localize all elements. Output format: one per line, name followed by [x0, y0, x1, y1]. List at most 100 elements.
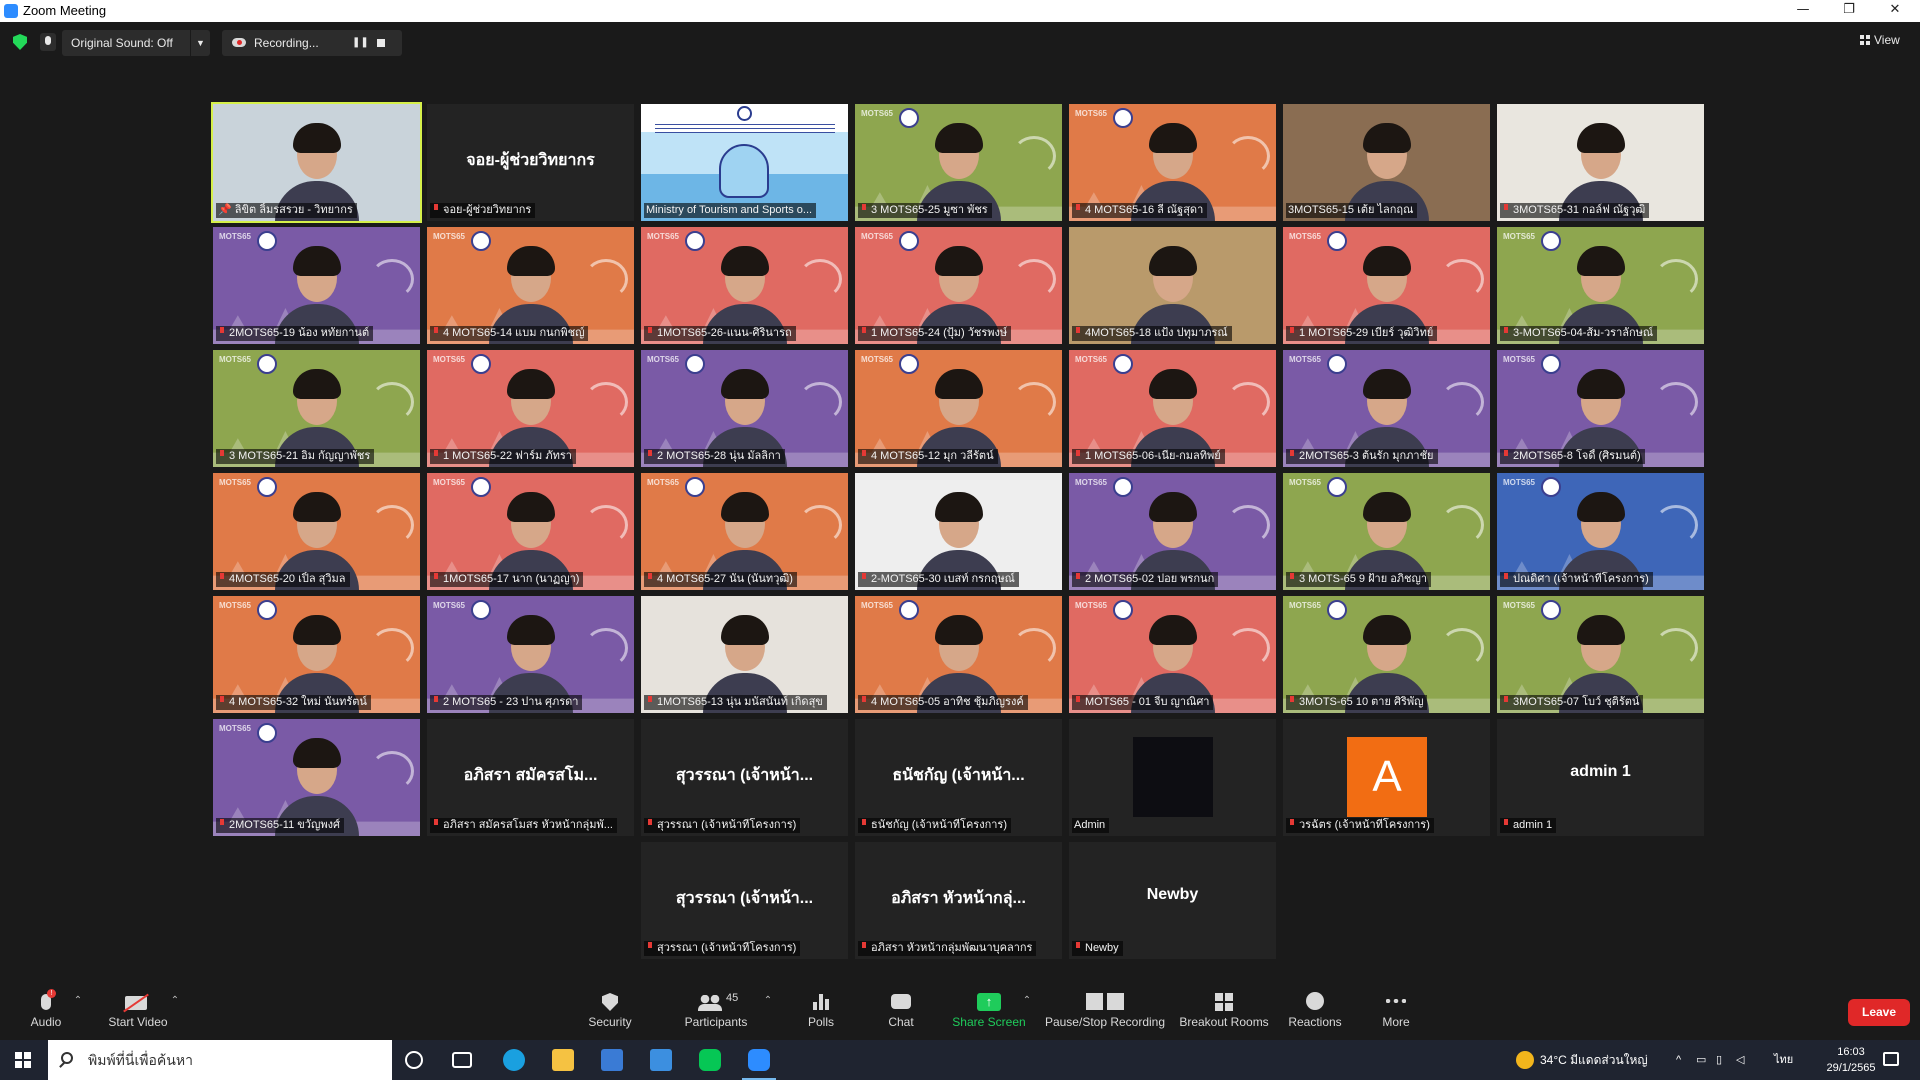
reactions-label: Reactions: [1288, 1015, 1342, 1029]
restore-button[interactable]: ❐: [1826, 0, 1872, 22]
battery-icon[interactable]: ▯: [1716, 1040, 1722, 1080]
participant-tile[interactable]: MOTS65 4 MOTS65-27 นัน (นันทวุฒิ): [641, 473, 848, 590]
notifications-icon[interactable]: [1883, 1052, 1899, 1066]
zoom-taskbar-icon[interactable]: [742, 1049, 776, 1080]
participant-tile[interactable]: MOTS65 3MOTS65-07 โบว์ ชุติรัตน์: [1497, 596, 1704, 713]
participant-tile[interactable]: จอย-ผู้ช่วยวิทยากร จอย-ผู้ช่วยวิทยากร: [427, 104, 634, 221]
video-options-caret-icon[interactable]: ⌃: [170, 995, 180, 1006]
participant-tile[interactable]: 3MOTS65-15 เต้ย ไลกฤณ: [1283, 104, 1490, 221]
participant-tile[interactable]: MOTS65 2 MOTS65 - 23 ปาน ศุภรดา: [427, 596, 634, 713]
swirl-decoration: [1440, 505, 1484, 545]
participant-tile[interactable]: Ministry of Tourism and Sports o...: [641, 104, 848, 221]
edge-browser-icon[interactable]: [503, 1049, 525, 1071]
close-button[interactable]: ✕: [1872, 0, 1918, 22]
participant-tile[interactable]: 2-MOTS65-30 เบสท์ กรกฤษณ์: [855, 473, 1062, 590]
participant-tile[interactable]: MOTS65 1 MOTS65-22 ฟาร์ม ภัทรา: [427, 350, 634, 467]
participant-tile[interactable]: MOTS65 4 MOTS65-14 แบม กนกพิชญ์: [427, 227, 634, 344]
store-icon[interactable]: [601, 1049, 623, 1071]
audio-settings-icon[interactable]: [40, 33, 56, 51]
participant-tile[interactable]: 3MOTS65-31 กอล์ฟ ณัฐวุฒิ: [1497, 104, 1704, 221]
chevron-down-icon[interactable]: ▼: [190, 30, 210, 56]
weather-icon[interactable]: [1516, 1051, 1534, 1069]
audio-button[interactable]: ! Audio: [22, 982, 70, 1040]
participant-tile[interactable]: 4MOTS65-18 แป้ง ปทุมาภรณ์: [1069, 227, 1276, 344]
participant-tile[interactable]: สุวรรณา (เจ้าหน้า... สุวรรณา (เจ้าหน้าที่…: [641, 842, 848, 959]
cortana-icon[interactable]: [405, 1051, 423, 1069]
participant-tile[interactable]: admin 1 admin 1: [1497, 719, 1704, 836]
system-clock[interactable]: 16:03 29/1/2565: [1815, 1044, 1887, 1076]
more-button[interactable]: More: [1376, 982, 1416, 1040]
show-hidden-icons-icon[interactable]: ^: [1676, 1040, 1681, 1080]
participant-tile[interactable]: Newby Newby: [1069, 842, 1276, 959]
leave-button[interactable]: Leave: [1848, 999, 1910, 1026]
share-screen-button[interactable]: ↑ Share Screen: [948, 982, 1030, 1040]
participant-tile[interactable]: MOTS65 1MOTS65-26-แนน-ศิรินารถ: [641, 227, 848, 344]
clock-time: 16:03: [1837, 1046, 1865, 1058]
participant-tile[interactable]: MOTS65 3-MOTS65-04-ส้ม-วราลักษณ์: [1497, 227, 1704, 344]
participant-tile[interactable]: 1MOTS65-13 นุ่น มนัสนันท์ เกิดสุข: [641, 596, 848, 713]
participant-name-label: 2MOTS65-11 ขวัญพงศ์: [216, 818, 344, 833]
original-sound-toggle[interactable]: Original Sound: Off ▼: [62, 30, 210, 56]
share-options-caret-icon[interactable]: ⌃: [1022, 995, 1032, 1006]
participant-name-label: 3MOTS65-07 โบว์ ชุติรัตน์: [1500, 695, 1644, 710]
polls-button[interactable]: Polls: [800, 982, 842, 1040]
participant-tile[interactable]: สุวรรณา (เจ้าหน้า... สุวรรณา (เจ้าหน้าที่…: [641, 719, 848, 836]
participant-tile[interactable]: MOTS65 2MOTS65-8 โจดี้ (ศิรมนต์): [1497, 350, 1704, 467]
minimize-button[interactable]: —: [1780, 0, 1826, 22]
reactions-button[interactable]: Reactions: [1284, 982, 1346, 1040]
windows-start-icon[interactable]: [15, 1052, 31, 1068]
participant-tile[interactable]: MOTS65 3MOTS-65 10 ตาย ศิริพัญ: [1283, 596, 1490, 713]
participant-tile[interactable]: อภิสรา หัวหน้ากลุ่... อภิสรา หัวหน้ากลุ่ม…: [855, 842, 1062, 959]
participant-tile[interactable]: MOTS65 4MOTS65-20 เปิ้ล สุวิมล: [213, 473, 420, 590]
audio-options-caret-icon[interactable]: ⌃: [73, 995, 83, 1006]
start-video-button[interactable]: Start Video: [98, 982, 178, 1040]
participant-tile[interactable]: MOTS65 3 MOTS65-25 มูซา พัชร: [855, 104, 1062, 221]
input-language[interactable]: ไทย: [1774, 1040, 1793, 1080]
chat-button[interactable]: Chat: [880, 982, 922, 1040]
participant-tile[interactable]: MOTS65 4 MOTS65-05 อาทิช ชุ้มภิญรงค์: [855, 596, 1062, 713]
participant-tile[interactable]: MOTS65 3 MOTS65-21 อิม กัญญาพัชร: [213, 350, 420, 467]
line-app-icon[interactable]: [699, 1049, 721, 1071]
participant-tile[interactable]: MOTS65 4 MOTS65-12 มุก วลีรัตน์: [855, 350, 1062, 467]
participant-tile[interactable]: MOTS65 2 MOTS65-28 นุ่น มัลลิกา: [641, 350, 848, 467]
participant-tile[interactable]: อภิสรา สมัครสโม... อภิสรา สมัครสโมสร หัวห…: [427, 719, 634, 836]
participants-options-caret-icon[interactable]: ⌃: [763, 995, 773, 1006]
bg-stripe-text: MOTS65: [1289, 231, 1321, 309]
participant-tile[interactable]: MOTS65 2MOTS65-19 น้อง หทัยกานต์: [213, 227, 420, 344]
participant-tile[interactable]: MOTS65 4 MOTS65-16 ลี ณัฐสุดา: [1069, 104, 1276, 221]
participant-tile[interactable]: MOTS65 MOTS65 - 01 จีบ ญาณิศา: [1069, 596, 1276, 713]
mail-icon[interactable]: [650, 1049, 672, 1071]
grid-icon: [1860, 35, 1870, 45]
weather-text[interactable]: 34°C มีแดดส่วนใหญ่: [1540, 1040, 1648, 1080]
participant-tile[interactable]: MOTS65 4 MOTS65-32 ใหม่ นันทรัตน์: [213, 596, 420, 713]
task-view-icon[interactable]: [452, 1052, 472, 1068]
participant-tile[interactable]: 📌 ลิขิต ลิ้มรสรวย - วิทยากร: [211, 102, 422, 223]
file-explorer-icon[interactable]: [552, 1049, 574, 1071]
participant-tile[interactable]: MOTS65 2MOTS65-11 ขวัญพงศ์: [213, 719, 420, 836]
participant-tile[interactable]: MOTS65 3 MOTS-65 9 ฝ้าย อภิชญา: [1283, 473, 1490, 590]
participant-tile[interactable]: MOTS65 1MOTS65-17 นาก (นาฏญา): [427, 473, 634, 590]
stop-recording-icon[interactable]: [377, 39, 385, 47]
muted-mic-icon: [648, 573, 652, 579]
participant-tile[interactable]: MOTS65 2 MOTS65-02 ปอย พรกนก: [1069, 473, 1276, 590]
participant-tile[interactable]: A วรฉัตร (เจ้าหน้าที่โครงการ): [1283, 719, 1490, 836]
security-button[interactable]: Security: [576, 982, 644, 1040]
participant-tile[interactable]: ธนัชกัญ (เจ้าหน้า... ธนัชกัญ (เจ้าหน้าที่…: [855, 719, 1062, 836]
participant-tile[interactable]: MOTS65 ปณดิศา (เจ้าหน้าที่โครงการ): [1497, 473, 1704, 590]
participants-button[interactable]: 45 Participants: [676, 982, 756, 1040]
participant-tile[interactable]: MOTS65 1 MOTS65-29 เบียร์ วุฒิวิทย์: [1283, 227, 1490, 344]
pause-stop-recording-button[interactable]: Pause/Stop Recording: [1044, 982, 1166, 1040]
muted-mic-icon: [648, 327, 652, 333]
participant-tile[interactable]: MOTS65 1 MOTS65-06-เนีย-กมลทิพย์: [1069, 350, 1276, 467]
breakout-rooms-button[interactable]: Breakout Rooms: [1178, 982, 1270, 1040]
participant-tile[interactable]: Admin: [1069, 719, 1276, 836]
pause-recording-icon[interactable]: ❚❚: [352, 37, 369, 49]
participant-name: 4 MOTS65-12 มุก วลีรัตน์: [871, 450, 994, 462]
bg-stripe-text: MOTS65: [1503, 231, 1535, 309]
volume-icon[interactable]: ◁: [1736, 1040, 1744, 1080]
taskbar-search-box[interactable]: พิมพ์ที่นี่เพื่อค้นหา: [48, 1040, 392, 1080]
participant-tile[interactable]: MOTS65 1 MOTS65-24 (ปุ้ม) วัชรพงษ์: [855, 227, 1062, 344]
network-icon[interactable]: ▭: [1696, 1040, 1706, 1080]
view-button[interactable]: View: [1860, 33, 1900, 47]
participant-tile[interactable]: MOTS65 2MOTS65-3 ต้นรัก มุกภาชัย: [1283, 350, 1490, 467]
